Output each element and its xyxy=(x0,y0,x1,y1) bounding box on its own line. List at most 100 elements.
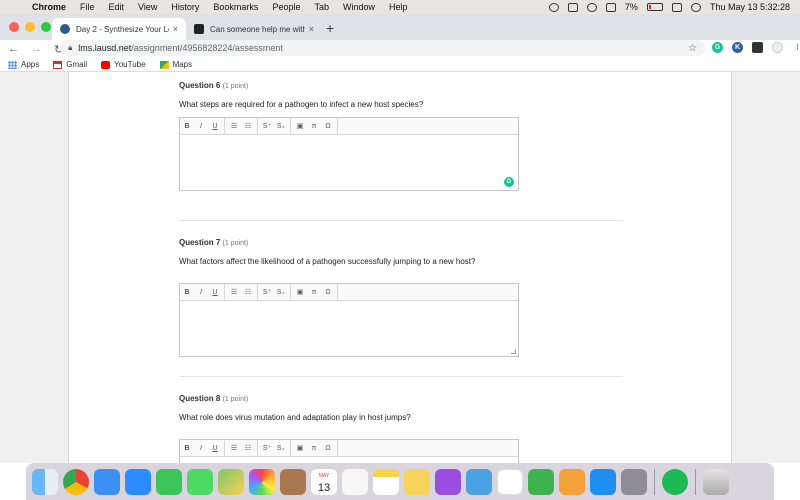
tab-inactive[interactable]: Can someone help me with the × xyxy=(186,18,322,40)
forward-icon[interactable]: → xyxy=(31,43,42,56)
trash-icon[interactable] xyxy=(703,468,729,495)
answer-editor[interactable]: B I U ☰ ☷ S⁺ S₊ ▣ π Ω G xyxy=(179,117,519,191)
bullet-list-button[interactable]: ☰ xyxy=(227,444,241,452)
underline-button[interactable]: U xyxy=(208,123,222,130)
math-pi-button[interactable]: π xyxy=(307,445,321,452)
brainly-favicon-icon xyxy=(194,24,204,34)
news-icon[interactable] xyxy=(497,468,523,495)
close-tab-icon[interactable]: × xyxy=(309,24,314,34)
mail-icon[interactable] xyxy=(94,468,120,495)
screen-icon[interactable] xyxy=(567,2,578,12)
close-tab-icon[interactable]: × xyxy=(173,24,178,34)
answer-editor[interactable]: B I U ☰ ☷ S⁺ S₊ ▣ π Ω xyxy=(179,283,519,357)
wifi-icon[interactable] xyxy=(586,2,597,12)
keynote-icon[interactable] xyxy=(466,468,492,495)
user-icon[interactable] xyxy=(690,2,701,12)
bold-button[interactable]: B xyxy=(180,289,194,296)
menu-help[interactable]: Help xyxy=(389,2,408,12)
bullet-list-button[interactable]: ☰ xyxy=(227,288,241,296)
reminders-icon[interactable] xyxy=(342,468,368,495)
superscript-button[interactable]: S⁺ xyxy=(260,288,274,296)
bookmark-star-icon[interactable]: ☆ xyxy=(688,43,697,54)
bullet-list-button[interactable]: ☰ xyxy=(227,122,241,130)
menu-window[interactable]: Window xyxy=(343,2,375,12)
bold-button[interactable]: B xyxy=(180,123,194,130)
calendar-icon[interactable]: MAY 13 xyxy=(311,468,337,495)
k-extension-icon[interactable]: K xyxy=(732,42,743,53)
notes-icon[interactable] xyxy=(373,468,399,495)
numbered-list-button[interactable]: ☷ xyxy=(241,444,255,452)
special-char-omega-button[interactable]: Ω xyxy=(321,445,335,452)
underline-button[interactable]: U xyxy=(208,289,222,296)
display-icon[interactable] xyxy=(671,2,682,12)
address-bar[interactable]: 🔒︎ lms.lausd.net/assignment/4956828224/a… xyxy=(60,40,705,56)
menu-people[interactable]: People xyxy=(272,2,300,12)
stickies-icon[interactable] xyxy=(404,468,430,495)
menu-edit[interactable]: Edit xyxy=(109,2,125,12)
spotify-icon[interactable] xyxy=(662,468,688,495)
superscript-button[interactable]: S⁺ xyxy=(260,444,274,452)
photos-icon[interactable] xyxy=(249,468,275,495)
zoom-window-button[interactable] xyxy=(41,22,51,32)
bold-button[interactable]: B xyxy=(180,445,194,452)
superscript-button[interactable]: S⁺ xyxy=(260,122,274,130)
bookmark-youtube[interactable]: YouTube xyxy=(101,60,146,69)
clock[interactable]: Thu May 13 5:32:28 xyxy=(710,2,790,12)
pages-icon[interactable] xyxy=(559,468,585,495)
underline-button[interactable]: U xyxy=(208,445,222,452)
profile-avatar-icon[interactable] xyxy=(772,42,783,53)
system-preferences-icon[interactable] xyxy=(621,468,647,495)
menu-file[interactable]: File xyxy=(80,2,95,12)
math-pi-button[interactable]: π xyxy=(307,289,321,296)
chrome-icon[interactable] xyxy=(63,468,89,495)
podcasts-icon[interactable] xyxy=(435,468,461,495)
menu-bookmarks[interactable]: Bookmarks xyxy=(213,2,258,12)
bookmark-gmail[interactable]: Gmail xyxy=(53,60,87,69)
contacts-icon[interactable] xyxy=(280,468,306,495)
new-tab-button[interactable]: + xyxy=(326,20,334,36)
menu-view[interactable]: View xyxy=(138,2,157,12)
numbered-list-button[interactable]: ☷ xyxy=(241,122,255,130)
facetime-icon[interactable] xyxy=(156,468,182,495)
bluetooth-icon[interactable] xyxy=(605,2,616,12)
italic-button[interactable]: I xyxy=(194,445,208,452)
math-pi-button[interactable]: π xyxy=(307,123,321,130)
play-icon[interactable] xyxy=(548,2,559,12)
finder-icon[interactable] xyxy=(32,468,58,495)
app-store-icon[interactable] xyxy=(590,468,616,495)
menu-chrome[interactable]: Chrome xyxy=(32,2,66,12)
special-char-omega-button[interactable]: Ω xyxy=(321,123,335,130)
close-window-button[interactable] xyxy=(9,22,19,32)
subscript-button[interactable]: S₊ xyxy=(274,444,288,452)
bookmark-apps[interactable]: Apps xyxy=(8,60,39,69)
tab-active[interactable]: Day 2 - Synthesize Your Learn × xyxy=(52,18,186,40)
back-icon[interactable]: ← xyxy=(8,43,19,56)
page-viewport[interactable]: Question 6 (1 point) What steps are requ… xyxy=(0,72,800,463)
minimize-window-button[interactable] xyxy=(25,22,35,32)
special-char-omega-button[interactable]: Ω xyxy=(321,289,335,296)
messages-icon[interactable] xyxy=(187,468,213,495)
italic-button[interactable]: I xyxy=(194,123,208,130)
puzzle-extensions-icon[interactable] xyxy=(752,42,763,53)
menu-tab[interactable]: Tab xyxy=(314,2,329,12)
numbered-list-button[interactable]: ☷ xyxy=(241,288,255,296)
grammarly-icon[interactable]: G xyxy=(504,177,514,187)
insert-image-button[interactable]: ▣ xyxy=(293,122,307,130)
question-text: What steps are required for a pathogen t… xyxy=(179,100,424,109)
grammarly-extension-icon[interactable]: G xyxy=(712,42,723,53)
bookmark-maps[interactable]: Maps xyxy=(159,60,192,69)
resize-handle-icon[interactable] xyxy=(511,349,516,354)
answer-editor[interactable]: B I U ☰ ☷ S⁺ S₊ ▣ π Ω xyxy=(179,439,519,463)
maps-app-icon[interactable] xyxy=(218,468,244,495)
lock-icon[interactable]: 🔒︎ xyxy=(68,43,72,53)
insert-image-button[interactable]: ▣ xyxy=(293,288,307,296)
italic-button[interactable]: I xyxy=(194,289,208,296)
insert-image-button[interactable]: ▣ xyxy=(293,444,307,452)
numbers-icon[interactable] xyxy=(528,468,554,495)
menu-kebab-icon[interactable]: ⋮ xyxy=(792,42,800,53)
menu-history[interactable]: History xyxy=(171,2,199,12)
battery-icon[interactable] xyxy=(646,3,663,11)
subscript-button[interactable]: S₊ xyxy=(274,122,288,130)
subscript-button[interactable]: S₊ xyxy=(274,288,288,296)
zoom-icon[interactable] xyxy=(125,468,151,495)
